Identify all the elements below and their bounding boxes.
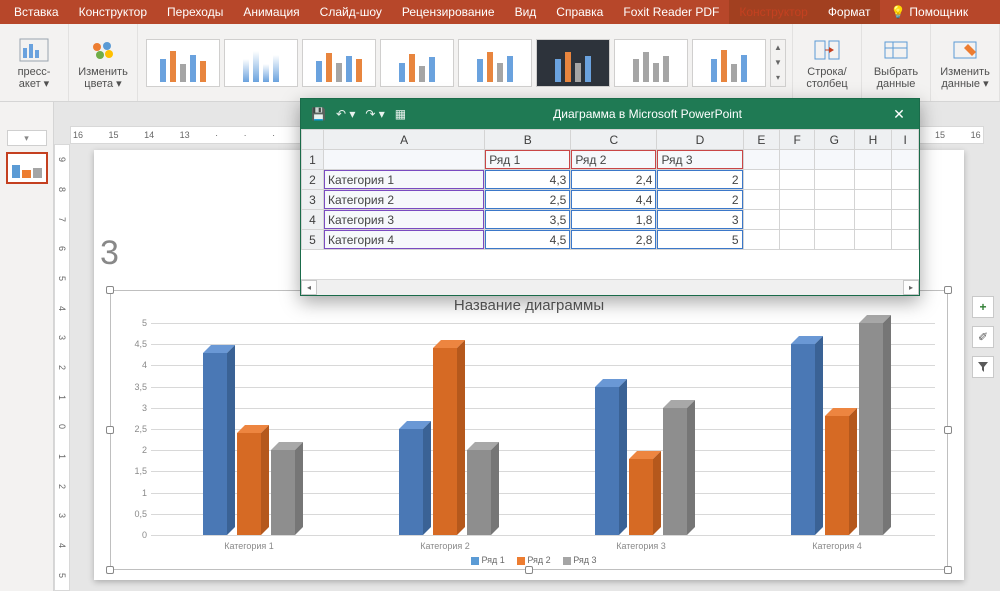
chart-style-2[interactable] xyxy=(224,39,298,87)
bar-Категория 4-Ряд 3[interactable] xyxy=(859,323,883,535)
quick-layout-button[interactable]: пресс- акет ▾ xyxy=(6,30,62,96)
bar-Категория 1-Ряд 2[interactable] xyxy=(237,433,261,535)
bar-Категория 2-Ряд 2[interactable] xyxy=(433,348,457,535)
resize-handle-bl[interactable] xyxy=(106,566,114,574)
qat-undo-icon[interactable]: ↶ ▾ xyxy=(336,107,355,121)
bar-Категория 2-Ряд 3[interactable] xyxy=(467,450,491,535)
chart-style-6[interactable] xyxy=(536,39,610,87)
x-category-label: Категория 3 xyxy=(595,535,687,551)
chart-filters-button[interactable] xyxy=(972,356,994,378)
select-data-button2[interactable]: Выбрать данные xyxy=(868,30,924,96)
tab-design[interactable]: Конструктор xyxy=(69,0,157,24)
chart-style-gallery: ▲▼▾ xyxy=(144,30,786,96)
switch-row-col-icon xyxy=(811,36,843,64)
x-category-label: Категория 1 xyxy=(203,535,295,551)
bar-Категория 4-Ряд 1[interactable] xyxy=(791,344,815,535)
resize-handle-ml[interactable] xyxy=(106,426,114,434)
tab-animation[interactable]: Анимация xyxy=(233,0,309,24)
bulb-icon: 💡 xyxy=(890,5,905,19)
resize-handle-mr[interactable] xyxy=(944,426,952,434)
funnel-icon xyxy=(977,361,989,373)
title-placeholder-char: 3 xyxy=(100,234,119,273)
chart-elements-button[interactable]: + xyxy=(972,296,994,318)
tab-foxit[interactable]: Foxit Reader PDF xyxy=(613,0,729,24)
datasheet-grid[interactable]: ABCDEFGHI1Ряд 1Ряд 2Ряд 32Категория 14,3… xyxy=(301,129,919,279)
select-data-icon xyxy=(880,36,912,64)
change-colors-button[interactable]: Изменить цвета ▾ xyxy=(75,30,131,96)
chart-style-5[interactable] xyxy=(458,39,532,87)
chart-flyout-buttons: + ✐ xyxy=(972,296,994,378)
edit-data-icon xyxy=(949,36,981,64)
qat-redo-icon[interactable]: ↷ ▾ xyxy=(365,107,384,121)
bar-Категория 3-Ряд 3[interactable] xyxy=(663,408,687,535)
bar-Категория 3-Ряд 2[interactable] xyxy=(629,459,653,535)
legend-label-1: Ряд 1 xyxy=(481,555,504,565)
bar-Категория 3-Ряд 1[interactable] xyxy=(595,387,619,535)
chart-legend[interactable]: Ряд 1 Ряд 2 Ряд 3 xyxy=(111,555,947,565)
legend-swatch-2 xyxy=(517,557,525,565)
ribbon-tabs: Вставка Конструктор Переходы Анимация Сл… xyxy=(0,0,1000,24)
tab-view[interactable]: Вид xyxy=(505,0,547,24)
quick-layout-icon xyxy=(18,36,50,64)
qat-save-icon[interactable]: 💾 xyxy=(311,107,326,121)
tab-review[interactable]: Рецензирование xyxy=(392,0,505,24)
gallery-scroll[interactable]: ▲▼▾ xyxy=(770,39,786,87)
tab-chart-design[interactable]: Конструктор xyxy=(729,0,817,24)
resize-handle-tr[interactable] xyxy=(944,286,952,294)
scroll-left-button[interactable]: ◂ xyxy=(301,280,317,295)
bar-Категория 2-Ряд 1[interactable] xyxy=(399,429,423,535)
tab-chart-format[interactable]: Формат xyxy=(818,0,881,24)
chart-style-3[interactable] xyxy=(302,39,376,87)
chart-object[interactable]: Название диаграммы 00,511,522,533,544,55… xyxy=(110,290,948,570)
ribbon: пресс- акет ▾ Изменить цвета ▾ ▲▼▾ Строк… xyxy=(0,24,1000,102)
resize-handle-bm[interactable] xyxy=(525,566,533,574)
vertical-ruler-left: 987654321012345 xyxy=(54,144,70,591)
bar-Категория 1-Ряд 3[interactable] xyxy=(271,450,295,535)
datasheet-titlebar[interactable]: 💾 ↶ ▾ ↷ ▾ ▦ Диаграмма в Microsoft PowerP… xyxy=(301,99,919,129)
switch-row-col-button[interactable]: Строка/ столбец xyxy=(799,30,855,96)
bar-Категория 1-Ряд 1[interactable] xyxy=(203,353,227,535)
chart-datasheet-window[interactable]: 💾 ↶ ▾ ↷ ▾ ▦ Диаграмма в Microsoft PowerP… xyxy=(300,98,920,296)
chart-style-4[interactable] xyxy=(380,39,454,87)
chart-plot-area[interactable]: 00,511,522,533,544,55Категория 1Категори… xyxy=(151,323,935,535)
chart-style-1[interactable] xyxy=(146,39,220,87)
chart-style-7[interactable] xyxy=(614,39,688,87)
chart-style-8[interactable] xyxy=(692,39,766,87)
legend-swatch-3 xyxy=(563,557,571,565)
datasheet-close-button[interactable]: ✕ xyxy=(879,106,919,123)
tab-slideshow[interactable]: Слайд-шоу xyxy=(310,0,392,24)
qat-excel-icon[interactable]: ▦ xyxy=(395,107,406,121)
palette-icon xyxy=(87,36,119,64)
chart-styles-button[interactable]: ✐ xyxy=(972,326,994,348)
legend-swatch-1 xyxy=(471,557,479,565)
tab-insert[interactable]: Вставка xyxy=(4,0,69,24)
slide-panel: ▾ 1 xyxy=(0,102,54,591)
bar-Категория 4-Ряд 2[interactable] xyxy=(825,416,849,535)
legend-label-2: Ряд 2 xyxy=(527,555,550,565)
x-category-label: Категория 2 xyxy=(399,535,491,551)
edit-data-button[interactable]: Изменить данные ▾ xyxy=(937,30,993,96)
legend-label-3: Ряд 3 xyxy=(573,555,596,565)
datasheet-title: Диаграмма в Microsoft PowerPoint xyxy=(416,107,879,121)
resize-handle-br[interactable] xyxy=(944,566,952,574)
tab-transitions[interactable]: Переходы xyxy=(157,0,233,24)
slide-section-dropdown[interactable]: ▾ xyxy=(7,130,47,146)
tell-me[interactable]: 💡Помощник xyxy=(880,0,978,24)
slide-thumb-1[interactable] xyxy=(6,152,48,184)
x-category-label: Категория 4 xyxy=(791,535,883,551)
scroll-right-button[interactable]: ▸ xyxy=(903,280,919,295)
datasheet-hscrollbar[interactable]: ◂ ▸ xyxy=(301,279,919,295)
tab-help[interactable]: Справка xyxy=(546,0,613,24)
resize-handle-tl[interactable] xyxy=(106,286,114,294)
